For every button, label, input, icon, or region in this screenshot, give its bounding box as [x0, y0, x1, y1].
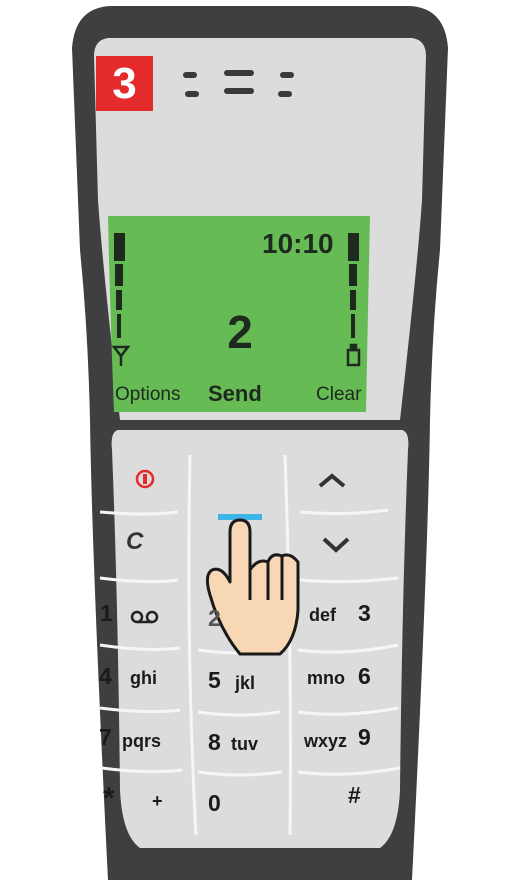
- clear-key[interactable]: C: [126, 528, 143, 556]
- softkey-options[interactable]: Options: [115, 384, 180, 406]
- softkey-send[interactable]: Send: [208, 381, 262, 407]
- earpiece-slot: [185, 91, 199, 97]
- earpiece-slot: [224, 88, 254, 94]
- key-8[interactable]: 8: [208, 729, 221, 756]
- entered-digit: 2: [227, 306, 253, 358]
- key-6[interactable]: 6: [358, 663, 371, 690]
- key-8-letters: tuv: [231, 734, 258, 754]
- key-star[interactable]: *: [103, 782, 115, 816]
- step-badge: 3: [96, 56, 153, 111]
- key-9[interactable]: 9: [358, 724, 371, 751]
- key-3[interactable]: 3: [358, 600, 371, 627]
- key-4[interactable]: 4: [99, 663, 112, 690]
- key-9-letters: wxyz: [304, 731, 348, 751]
- key-7-letters: pqrs: [122, 731, 162, 751]
- key-5[interactable]: 5: [208, 667, 221, 694]
- key-7[interactable]: 7: [99, 724, 112, 751]
- softkey-clear[interactable]: Clear: [316, 384, 361, 406]
- key-1[interactable]: 1: [100, 600, 113, 627]
- key-3-letters: def: [309, 605, 336, 625]
- key-5-letters: jkl: [235, 673, 256, 693]
- clock-display: 10:10: [262, 228, 334, 259]
- earpiece-slot: [278, 91, 292, 97]
- phone-illustration: [72, 6, 448, 880]
- key-2[interactable]: 2: [208, 605, 221, 632]
- earpiece-slot: [183, 72, 197, 78]
- key-6-letters: mno: [307, 668, 345, 688]
- earpiece-slot: [224, 70, 254, 76]
- key-0[interactable]: 0: [208, 790, 221, 817]
- key-4-letters: ghi: [130, 668, 157, 688]
- earpiece-slot: [280, 72, 294, 78]
- key-hash[interactable]: #: [348, 782, 361, 809]
- key-star-letters: +: [152, 791, 163, 811]
